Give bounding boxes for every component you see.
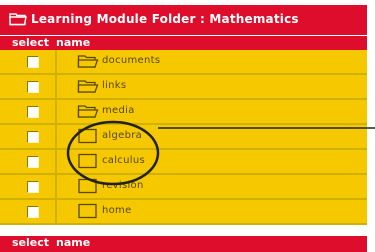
row-checkbox[interactable]: [27, 181, 39, 193]
list-item-calculus[interactable]: calculus: [0, 150, 367, 175]
page-title: Learning Module Folder : Mathematics: [31, 12, 299, 26]
closed-folder-icon[interactable]: [77, 153, 99, 169]
row-label[interactable]: documents: [102, 55, 160, 66]
folder-list: documents links media algebra calculus r…: [0, 50, 367, 225]
list-item-algebra[interactable]: algebra: [0, 125, 367, 150]
row-label[interactable]: algebra: [102, 130, 142, 141]
row-label[interactable]: links: [102, 80, 126, 91]
row-checkbox[interactable]: [27, 106, 39, 118]
open-folder-icon[interactable]: [77, 53, 99, 69]
row-checkbox[interactable]: [27, 131, 39, 143]
row-label[interactable]: home: [102, 205, 132, 216]
column-header-top: select name: [0, 36, 367, 50]
row-label[interactable]: calculus: [102, 155, 145, 166]
title-bar: Learning Module Folder : Mathematics: [0, 5, 367, 35]
row-label[interactable]: revision: [102, 180, 144, 191]
row-checkbox[interactable]: [27, 81, 39, 93]
row-checkbox[interactable]: [27, 56, 39, 68]
name-column-label[interactable]: name: [56, 36, 90, 49]
closed-folder-icon[interactable]: [77, 178, 99, 194]
learning-module-folder-panel: Learning Module Folder : Mathematics sel…: [0, 0, 375, 252]
row-label[interactable]: media: [102, 105, 135, 116]
closed-folder-icon[interactable]: [77, 128, 99, 144]
list-item-links[interactable]: links: [0, 75, 367, 100]
list-item-media[interactable]: media: [0, 100, 367, 125]
list-item-documents[interactable]: documents: [0, 50, 367, 75]
list-item-revision[interactable]: revision: [0, 175, 367, 200]
list-item-home[interactable]: home: [0, 200, 367, 225]
select-column-label: select: [12, 36, 50, 49]
open-folder-icon[interactable]: [77, 103, 99, 119]
closed-folder-icon[interactable]: [77, 203, 99, 219]
row-checkbox[interactable]: [27, 156, 39, 168]
open-folder-icon[interactable]: [77, 78, 99, 94]
select-column-label: select: [12, 236, 50, 249]
folder-icon: [9, 13, 27, 26]
name-column-label[interactable]: name: [56, 236, 90, 249]
row-checkbox[interactable]: [27, 206, 39, 218]
column-header-bottom: select name: [0, 236, 367, 252]
